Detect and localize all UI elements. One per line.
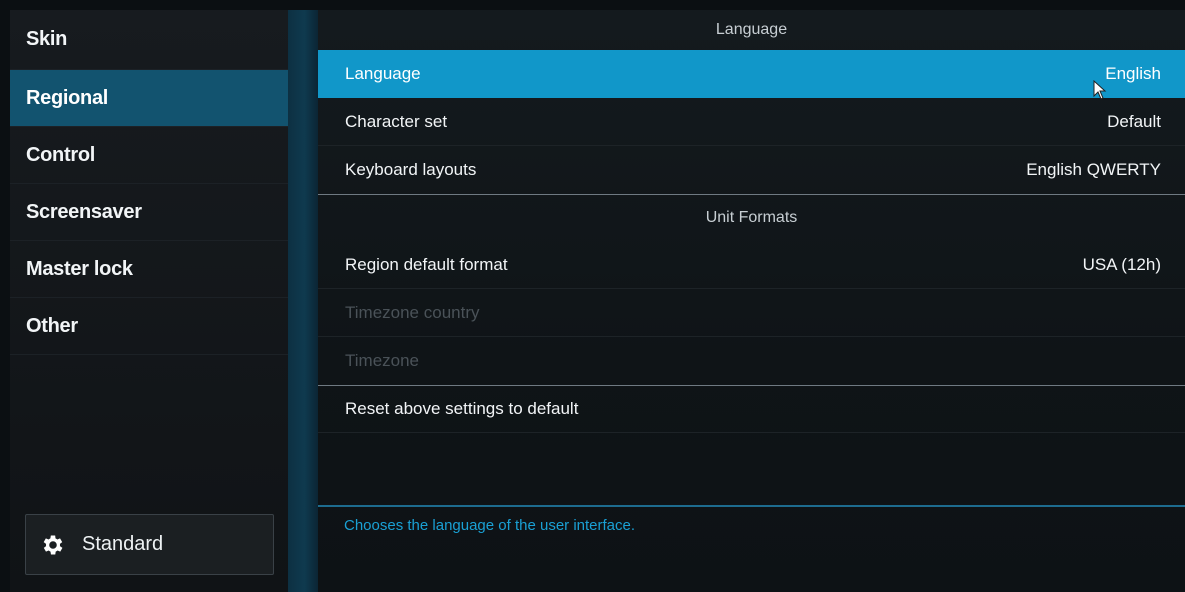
setting-timezone: Timezone: [318, 337, 1185, 385]
setting-timezone-country: Timezone country: [318, 289, 1185, 337]
setting-region-default-format[interactable]: Region default format USA (12h): [318, 241, 1185, 289]
setting-label: Keyboard layouts: [345, 160, 477, 179]
section-header-language: Language: [715, 21, 788, 38]
settings-sidebar: Skin Regional Control Screensaver Master…: [10, 10, 288, 592]
settings-level-label: Standard: [82, 533, 164, 555]
sidebar-item-skin[interactable]: Skin: [10, 10, 288, 70]
setting-label: Region default format: [345, 254, 508, 274]
setting-label: Character set: [345, 111, 448, 131]
sidebar-item-screensaver[interactable]: Screensaver: [10, 184, 288, 241]
setting-label: Timezone country: [345, 302, 480, 322]
sidebar-item-master-lock[interactable]: Master lock: [10, 241, 288, 298]
gear-icon: [43, 534, 63, 555]
setting-value: USA (12h): [1082, 254, 1161, 274]
description-divider: [318, 505, 1185, 507]
sidebar-item-other[interactable]: Other: [10, 298, 288, 355]
setting-label: Language: [345, 64, 421, 83]
reset-label: Reset above settings to default: [345, 399, 579, 418]
mouse-cursor-icon: [1093, 80, 1107, 100]
setting-character-set[interactable]: Character set Default: [318, 98, 1185, 146]
setting-value: English: [1105, 64, 1161, 83]
setting-value: Default: [1107, 111, 1161, 131]
divider-strip: [288, 10, 318, 592]
sidebar-item-regional[interactable]: Regional: [10, 70, 288, 127]
setting-description: Chooses the language of the user interfa…: [344, 517, 636, 534]
setting-label: Timezone: [345, 351, 420, 370]
setting-value: English QWERTY: [1026, 160, 1161, 179]
reset-settings-button[interactable]: Reset above settings to default: [318, 385, 1185, 433]
setting-language[interactable]: Language English: [318, 50, 1185, 98]
sidebar-item-control[interactable]: Control: [10, 127, 288, 184]
settings-level-button[interactable]: Standard: [25, 514, 274, 575]
section-header-unit-formats: Unit Formats: [318, 194, 1185, 241]
setting-keyboard-layouts[interactable]: Keyboard layouts English QWERTY: [318, 146, 1185, 194]
